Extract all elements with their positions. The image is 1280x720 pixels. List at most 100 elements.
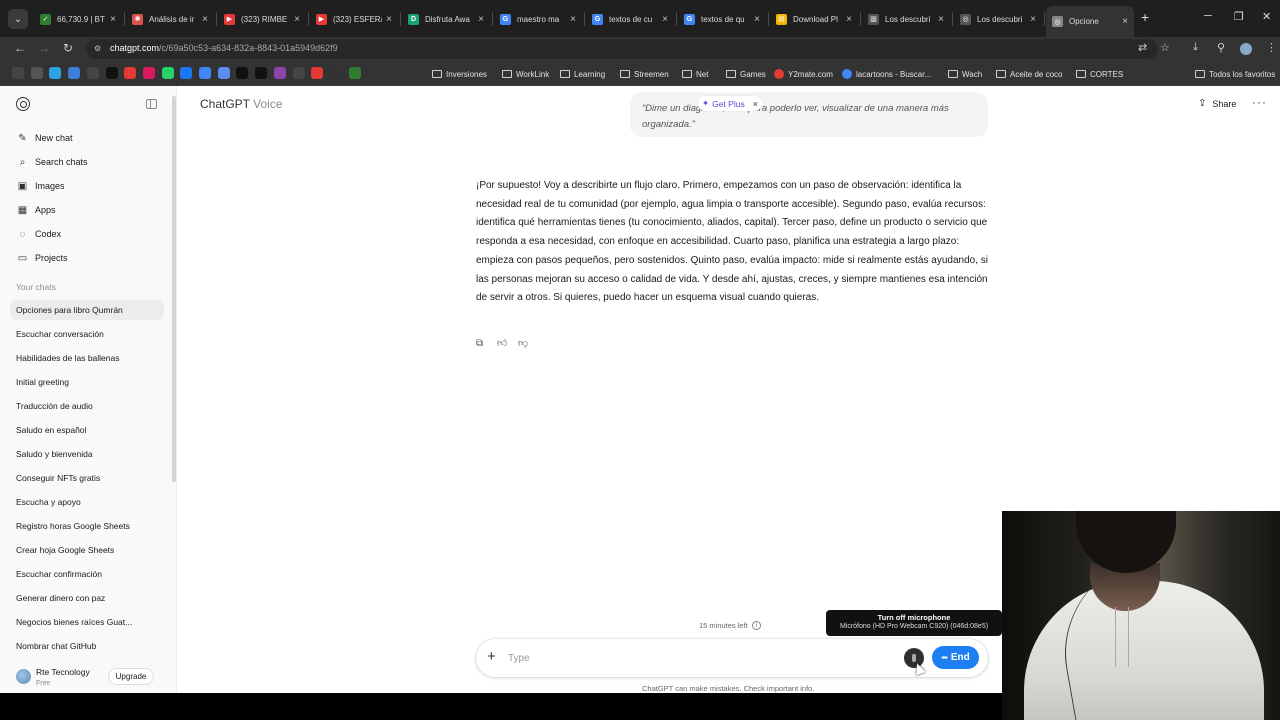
bookmark-item[interactable]: Net bbox=[682, 67, 708, 81]
browser-tab[interactable]: Gmaestro ma × bbox=[494, 8, 582, 30]
close-tab-icon[interactable]: × bbox=[478, 14, 484, 25]
sidebar-item-search-chats[interactable]: ⌕ Search chats bbox=[10, 152, 166, 172]
chat-history-item[interactable]: Habilidades de las ballenas bbox=[10, 348, 164, 368]
close-sidebar-icon[interactable] bbox=[146, 99, 157, 109]
bookmark-item[interactable]: Y2mate.com bbox=[774, 67, 833, 81]
close-window-button[interactable]: ✕ bbox=[1262, 10, 1271, 23]
user-menu[interactable]: Rte Tecnology Free Upgrade bbox=[0, 661, 176, 693]
close-tab-icon[interactable]: × bbox=[754, 14, 760, 25]
browser-tab[interactable]: D Disfruta Awa × bbox=[402, 8, 490, 30]
thumbs-down-icon[interactable]: 👎︎ bbox=[518, 336, 539, 350]
sidebar-item-codex[interactable]: ◌ Codex bbox=[10, 224, 166, 244]
sidebar-item-projects[interactable]: ▭ Projects bbox=[10, 248, 166, 268]
whatsapp-icon[interactable] bbox=[161, 67, 174, 79]
chat-history-item[interactable]: Registro horas Google Sheets bbox=[10, 516, 164, 536]
browser-tab[interactable]: ▤ Download Pl × bbox=[770, 8, 858, 30]
chat-history-item[interactable]: Saludo en español bbox=[10, 420, 164, 440]
bookmark-item[interactable]: WorkLink bbox=[502, 67, 549, 81]
browser-menu-icon[interactable]: ⋮ bbox=[1266, 41, 1277, 54]
chat-history-item[interactable]: Escuchar confirmación bbox=[10, 564, 164, 584]
browser-tab[interactable]: ✺ Análisis de ir × bbox=[126, 8, 214, 30]
bookmark-item[interactable]: Learning bbox=[560, 67, 605, 81]
circle-icon[interactable] bbox=[86, 67, 99, 79]
close-tab-icon[interactable]: × bbox=[110, 14, 116, 25]
site-info-icon[interactable]: ⚙ bbox=[94, 44, 103, 53]
bookmark-item[interactable]: Inversiones bbox=[432, 67, 487, 81]
sidebar-item-apps[interactable]: ▦ Apps bbox=[10, 200, 166, 220]
share-button[interactable]: ⇪ Share bbox=[1198, 98, 1236, 109]
plus-icon[interactable] bbox=[348, 67, 361, 79]
browser-tab[interactable]: Gtextos de cu × bbox=[586, 8, 674, 30]
sidebar-scrollbar[interactable] bbox=[172, 96, 176, 482]
chatgpt-icon[interactable] bbox=[292, 67, 305, 79]
telegram-icon[interactable] bbox=[49, 67, 62, 79]
more-options-icon[interactable]: ··· bbox=[1252, 95, 1267, 109]
openai-logo-icon[interactable] bbox=[16, 97, 30, 111]
bookmark-item[interactable]: Aceite de coco bbox=[996, 67, 1062, 81]
bookmark-icon[interactable] bbox=[329, 67, 342, 79]
browser-tab[interactable]: ▶ (323) RIMBE × bbox=[218, 8, 306, 30]
browser-tab[interactable]: ◎ Opcione × bbox=[1046, 6, 1134, 37]
imdb-icon[interactable] bbox=[236, 67, 249, 79]
all-favorites-folder[interactable]: Todos los favoritos bbox=[1195, 67, 1275, 81]
chat-history-item[interactable]: Nombrar chat GitHub bbox=[10, 636, 164, 656]
info-icon[interactable]: i bbox=[751, 621, 761, 630]
sheets-icon[interactable] bbox=[217, 67, 230, 79]
close-icon[interactable]: × bbox=[753, 99, 758, 109]
browser-tab[interactable]: ▶ (323) ESFER/× bbox=[310, 8, 398, 30]
bookmark-item[interactable]: Games bbox=[726, 67, 766, 81]
url-field[interactable]: ⚙ chatgpt.com/c/69a50c53-a634-832a-8843-… bbox=[86, 39, 1158, 59]
chat-history-item[interactable]: Crear hoja Google Sheets bbox=[10, 540, 164, 560]
restore-window-button[interactable]: ❐ bbox=[1234, 10, 1244, 23]
browser-tab[interactable]: ◎ Los descubri × bbox=[954, 8, 1042, 30]
avatar[interactable] bbox=[16, 669, 31, 684]
extensions-icon[interactable]: ⚲ bbox=[1217, 41, 1225, 54]
sidebar-item-new-chat[interactable]: ✎ New chat bbox=[10, 128, 166, 148]
close-tab-icon[interactable]: × bbox=[386, 14, 392, 25]
add-attachment-icon[interactable]: + bbox=[487, 648, 496, 665]
bookmark-item[interactable]: Wach bbox=[948, 67, 982, 81]
close-tab-icon[interactable]: × bbox=[202, 14, 208, 25]
chat-history-item[interactable]: Saludo y bienvenida bbox=[10, 444, 164, 464]
get-plus-button[interactable]: ✦ Get Plus × bbox=[698, 96, 762, 111]
forward-button[interactable]: → bbox=[35, 41, 53, 55]
copy-icon[interactable]: ⧉ bbox=[476, 336, 497, 350]
browser-tab[interactable]: ✓ 66,730.9 | BT × bbox=[34, 8, 122, 30]
chat-history-item[interactable]: Negocios bienes raíces Guat... bbox=[10, 612, 164, 632]
heart-icon[interactable] bbox=[311, 67, 324, 79]
chat-history-item[interactable]: Opciones para libro Qumrán bbox=[10, 300, 164, 320]
upgrade-button[interactable]: Upgrade bbox=[108, 668, 154, 685]
pinterest-icon[interactable] bbox=[142, 67, 155, 79]
chat-history-item[interactable]: Escuchar conversación bbox=[10, 324, 164, 344]
grid-icon[interactable] bbox=[12, 67, 24, 79]
end-voice-button[interactable]: ▪▪▪ End bbox=[932, 646, 979, 669]
close-tab-icon[interactable]: × bbox=[570, 14, 576, 25]
bookmark-item[interactable]: CORTES bbox=[1076, 67, 1123, 81]
close-tab-icon[interactable]: × bbox=[294, 14, 300, 25]
chat-history-item[interactable]: Traducción de audio bbox=[10, 396, 164, 416]
tiktok-icon[interactable] bbox=[255, 67, 268, 79]
browser-tab[interactable]: ▥ Los descubri × bbox=[862, 8, 950, 30]
chatgpt-icon[interactable] bbox=[30, 67, 43, 79]
thumbs-up-icon[interactable]: 👍︎ bbox=[497, 336, 518, 350]
twitch-icon[interactable] bbox=[273, 67, 286, 79]
bookmark-item[interactable]: Streemen bbox=[620, 67, 669, 81]
minimize-window-button[interactable]: ─ bbox=[1204, 10, 1212, 22]
chat-history-item[interactable]: Initial greeting bbox=[10, 372, 164, 392]
new-tab-button[interactable]: + bbox=[1141, 9, 1149, 25]
message-input[interactable] bbox=[508, 650, 868, 666]
bookmark-star-icon[interactable]: ☆ bbox=[1160, 41, 1170, 54]
x-icon[interactable] bbox=[105, 67, 118, 79]
close-tab-icon[interactable]: × bbox=[1122, 16, 1128, 27]
docs-icon[interactable] bbox=[199, 67, 211, 79]
close-tab-icon[interactable]: × bbox=[846, 14, 852, 25]
chat-history-item[interactable]: Escucha y apoyo bbox=[10, 492, 164, 512]
chat-history-item[interactable]: Generar dinero con paz bbox=[10, 588, 164, 608]
facebook-icon[interactable] bbox=[180, 67, 193, 79]
profile-avatar[interactable] bbox=[1240, 43, 1252, 55]
youtube-icon[interactable] bbox=[124, 67, 137, 79]
cloud-icon[interactable] bbox=[68, 67, 81, 79]
back-button[interactable]: ← bbox=[11, 41, 29, 55]
model-selector[interactable]: ChatGPT Voice bbox=[200, 97, 283, 111]
bookmark-item[interactable]: lacartoons - Buscar... bbox=[842, 67, 931, 81]
